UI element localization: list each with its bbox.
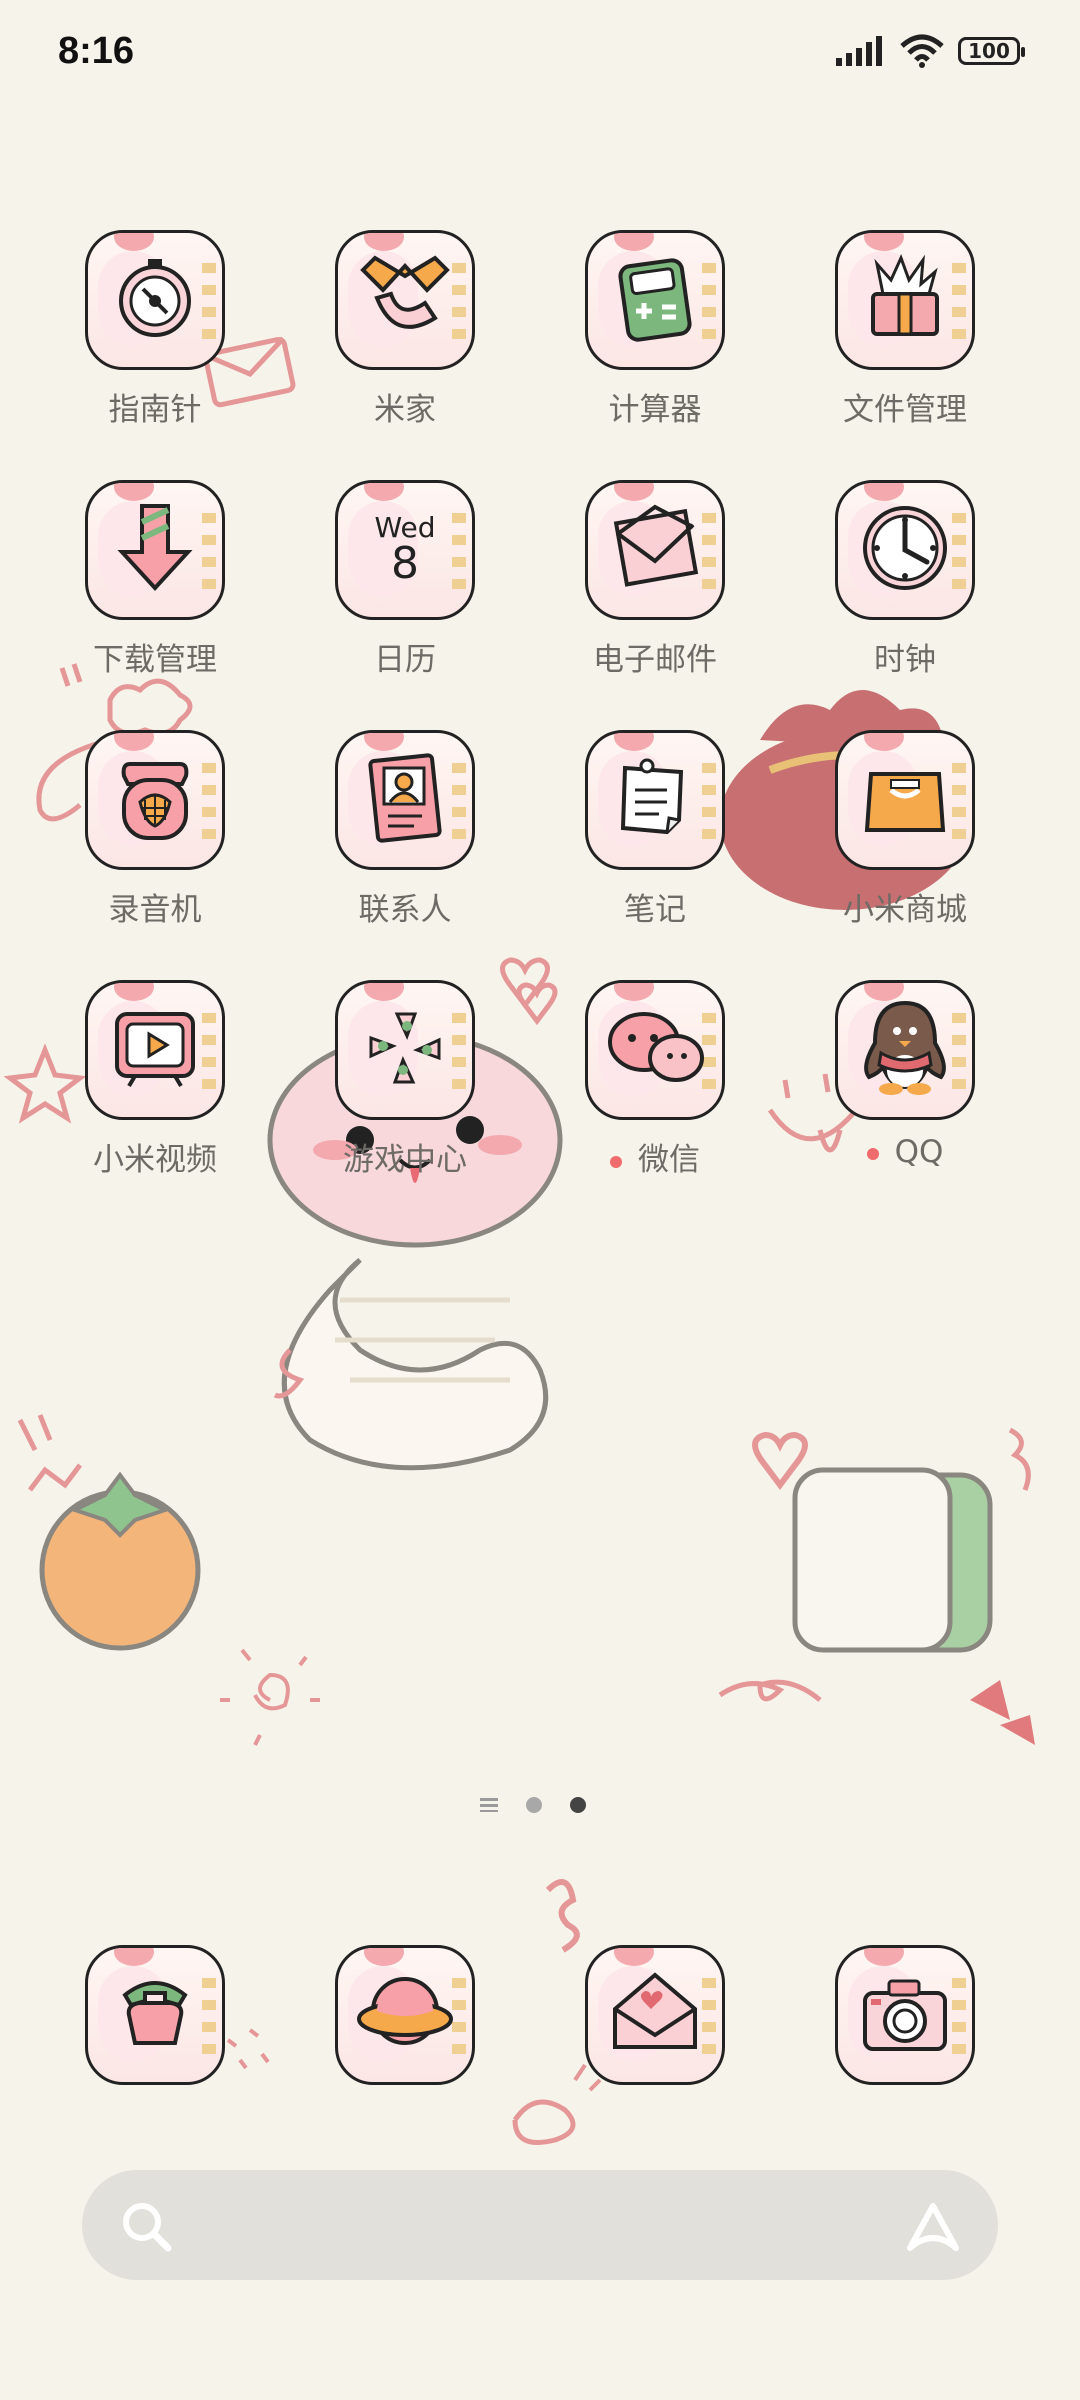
app-icon-frame[interactable] xyxy=(835,230,975,370)
qq-icon[interactable] xyxy=(855,993,955,1107)
app-label: 指南针 xyxy=(108,392,202,428)
app-download[interactable]: 下载管理 xyxy=(55,480,255,679)
sun-doodle xyxy=(220,1648,320,1746)
dock-app-browser[interactable] xyxy=(305,1945,505,2085)
app-contacts[interactable]: 联系人 xyxy=(305,730,505,929)
notes-icon[interactable] xyxy=(607,750,703,850)
compass-icon[interactable] xyxy=(110,253,200,347)
app-icon-frame[interactable] xyxy=(835,1945,975,2085)
app-label: 小米视频 xyxy=(93,1142,217,1178)
notification-dot xyxy=(866,1147,879,1160)
file-manager-icon[interactable] xyxy=(857,250,953,350)
calculator-icon[interactable] xyxy=(610,253,700,347)
game-center-icon[interactable] xyxy=(357,1000,453,1100)
page-list-icon[interactable] xyxy=(480,1798,498,1812)
dock-app-camera[interactable] xyxy=(805,1945,1005,2085)
app-icon-frame[interactable] xyxy=(585,230,725,370)
dock-app-phone[interactable] xyxy=(55,1945,255,2085)
app-label: QQ xyxy=(805,1134,1005,1170)
app-icon-frame[interactable] xyxy=(85,730,225,870)
app-mail[interactable]: 电子邮件 xyxy=(555,480,755,679)
app-icon-frame[interactable] xyxy=(835,480,975,620)
app-label: 下载管理 xyxy=(93,642,217,678)
browser-icon[interactable] xyxy=(355,1965,455,2065)
search-icon[interactable] xyxy=(120,2200,172,2252)
app-calendar[interactable]: Wed 8 日历 xyxy=(305,480,505,679)
app-mi-video[interactable]: 小米视频 xyxy=(55,980,255,1179)
mi-store-icon[interactable] xyxy=(857,750,953,850)
app-label: 电子邮件 xyxy=(593,642,717,678)
dock-app-messages[interactable] xyxy=(555,1945,755,2085)
app-label: 米家 xyxy=(374,392,436,428)
app-notes[interactable]: 笔记 xyxy=(555,730,755,929)
app-label: 小米商城 xyxy=(843,892,967,928)
app-label: 笔记 xyxy=(624,892,686,928)
recorder-icon[interactable] xyxy=(110,750,200,850)
app-mijia[interactable]: 米家 xyxy=(305,230,505,429)
app-icon-frame[interactable] xyxy=(85,1945,225,2085)
app-icon-frame[interactable] xyxy=(85,480,225,620)
clock-icon[interactable] xyxy=(857,500,953,600)
app-label: 计算器 xyxy=(608,392,702,428)
camera-icon[interactable] xyxy=(855,1965,955,2065)
download-icon[interactable] xyxy=(110,498,200,602)
app-mi-store[interactable]: 小米商城 xyxy=(805,730,1005,929)
wechat-icon[interactable] xyxy=(600,1000,710,1100)
app-label: 微信 xyxy=(555,1134,755,1179)
app-label: 游戏中心 xyxy=(343,1142,467,1178)
page-dot-active[interactable] xyxy=(570,1797,586,1813)
calendar-icon[interactable]: Wed 8 xyxy=(374,514,435,586)
app-icon-frame[interactable] xyxy=(335,980,475,1120)
app-icon-frame[interactable] xyxy=(335,230,475,370)
app-compass[interactable]: 指南针 xyxy=(55,230,255,429)
app-label: 时钟 xyxy=(874,642,936,678)
app-icon-frame[interactable] xyxy=(835,730,975,870)
assistant-icon[interactable] xyxy=(902,2198,964,2254)
app-label: 日历 xyxy=(374,642,436,678)
persimmon-illustration xyxy=(39,1471,201,1651)
search-bar[interactable] xyxy=(82,2170,998,2280)
app-icon-frame[interactable] xyxy=(585,980,725,1120)
app-icon-frame[interactable] xyxy=(835,980,975,1120)
app-icon-frame[interactable] xyxy=(85,980,225,1120)
app-label: 录音机 xyxy=(108,892,202,928)
notification-dot xyxy=(610,1155,622,1168)
mail-icon[interactable] xyxy=(605,503,705,597)
app-clock[interactable]: 时钟 xyxy=(805,480,1005,679)
app-wechat[interactable]: 微信 xyxy=(555,980,755,1179)
app-label: 联系人 xyxy=(358,892,452,928)
calendar-date: 8 xyxy=(390,538,419,589)
app-recorder[interactable]: 录音机 xyxy=(55,730,255,929)
app-icon-frame[interactable] xyxy=(585,480,725,620)
app-calculator[interactable]: 计算器 xyxy=(555,230,755,429)
page-dot[interactable] xyxy=(526,1797,542,1813)
mi-video-icon[interactable] xyxy=(107,1000,203,1100)
app-icon-frame[interactable] xyxy=(335,730,475,870)
app-icon-frame[interactable] xyxy=(585,1945,725,2085)
mijia-icon[interactable] xyxy=(355,248,455,352)
app-icon-frame[interactable]: Wed 8 xyxy=(335,480,475,620)
messages-icon[interactable] xyxy=(605,1965,705,2065)
phone-icon[interactable] xyxy=(107,1965,203,2065)
app-game-center[interactable]: 游戏中心 xyxy=(305,980,505,1179)
app-label: 文件管理 xyxy=(843,392,967,428)
tofu-illustration xyxy=(792,1467,993,1653)
app-file-manager[interactable]: 文件管理 xyxy=(805,230,1005,429)
app-icon-frame[interactable] xyxy=(585,730,725,870)
contacts-icon[interactable] xyxy=(360,748,450,852)
app-qq[interactable]: QQ xyxy=(805,980,1005,1170)
page-indicator[interactable] xyxy=(480,1797,586,1813)
app-icon-frame[interactable] xyxy=(335,1945,475,2085)
app-icon-frame[interactable] xyxy=(85,230,225,370)
